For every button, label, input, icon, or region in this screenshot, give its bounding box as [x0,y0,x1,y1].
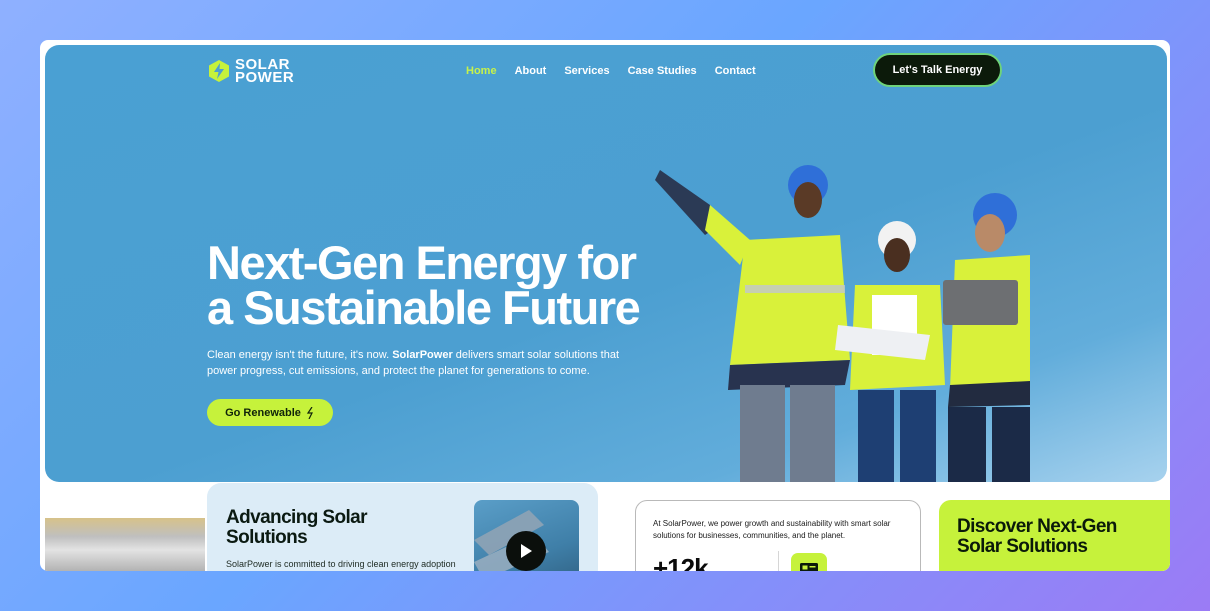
browser-frame: SOLAR POWER Home About Services Case Stu… [40,40,1170,571]
id-card-glyph [800,563,818,571]
stats-divider [778,551,779,571]
logo-text: SOLAR POWER [235,57,295,86]
hero-subtext: Clean energy isn't the future, it's now.… [207,347,647,379]
discover-card[interactable]: Discover Next-Gen Solar Solutions [939,500,1170,571]
nav-contact[interactable]: Contact [715,65,756,77]
video-thumbnail[interactable] [474,500,579,571]
bolt-icon [306,406,313,419]
lets-talk-energy-button[interactable]: Let's Talk Energy [875,55,1000,85]
stats-card: At SolarPower, we power growth and susta… [635,500,921,571]
solar-panel-strip [45,518,205,571]
advancing-solar-title: Advancing Solar Solutions [226,507,368,548]
stats-description: At SolarPower, we power growth and susta… [653,519,891,540]
discover-title: Discover Next-Gen Solar Solutions [957,517,1117,557]
nav-about[interactable]: About [515,65,547,77]
id-card-icon [791,553,827,571]
nav-services[interactable]: Services [564,65,609,77]
hero-headline: Next-Gen Energy for a Sustainable Future [207,239,677,331]
subtext-brand: SolarPower [392,349,453,361]
hero-section: SOLAR POWER Home About Services Case Stu… [45,45,1167,482]
logo-text-line2: POWER [235,69,295,86]
go-renewable-label: Go Renewable [225,406,301,419]
discover-title-line1: Discover Next-Gen [957,516,1117,537]
headline-line2: a Sustainable Future [207,281,641,334]
go-renewable-button[interactable]: Go Renewable [207,399,333,426]
nav-case-studies[interactable]: Case Studies [628,65,697,77]
play-icon [521,544,532,558]
subtext-part1: Clean energy isn't the future, it's now. [207,349,393,361]
lightning-logo-icon [209,60,229,82]
discover-title-line2: Solar Solutions [957,536,1088,557]
navbar: SOLAR POWER Home About Services Case Stu… [45,45,1167,105]
stats-number: +12k [653,553,709,571]
play-button[interactable] [506,531,546,571]
workers-illustration [655,165,1030,482]
nav-home[interactable]: Home [466,65,497,77]
advancing-solar-card: Advancing Solar Solutions SolarPower is … [207,483,598,571]
advancing-title-line2: Solutions [226,527,308,548]
advancing-solar-text: SolarPower is committed to driving clean… [226,559,456,569]
advancing-title-line1: Advancing Solar [226,507,368,528]
logo[interactable]: SOLAR POWER [207,57,295,86]
main-menu: Home About Services Case Studies Contact [466,65,756,77]
